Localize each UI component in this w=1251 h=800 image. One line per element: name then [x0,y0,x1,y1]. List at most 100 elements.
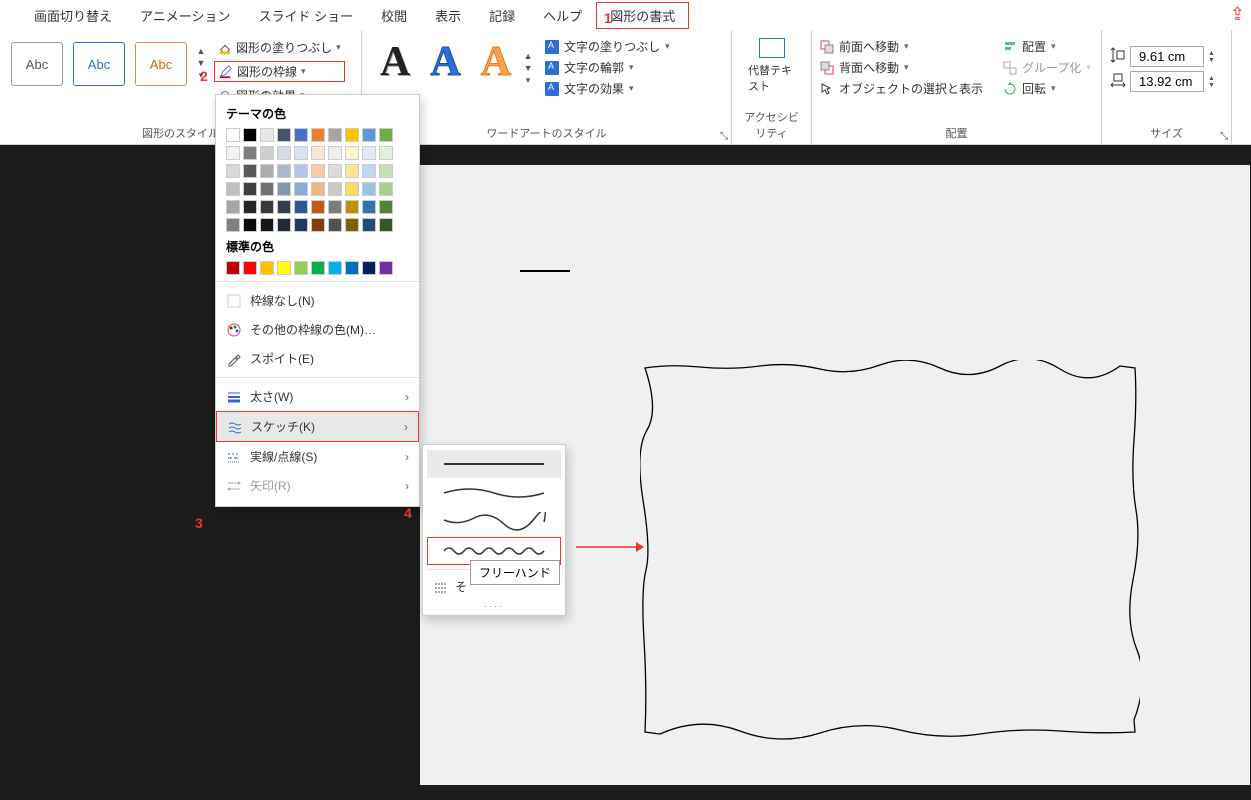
color-swatch[interactable] [379,128,393,142]
wordart-style-1[interactable]: A [370,34,420,90]
sketch-option-scribble[interactable] [427,508,561,536]
color-swatch[interactable] [243,261,257,275]
color-swatch[interactable] [362,218,376,232]
bring-forward-button[interactable]: 前面へ移動 ▾ [820,38,983,55]
color-swatch[interactable] [379,146,393,160]
color-swatch[interactable] [243,164,257,178]
rotate-button[interactable]: 回転 ▾ [1003,80,1091,97]
group-button[interactable]: グループ化 ▾ [1003,59,1091,76]
color-swatch[interactable] [277,182,291,196]
shape-style-more[interactable]: ▲▼▾ [194,34,208,81]
color-swatch[interactable] [362,261,376,275]
sketched-rectangle-shape[interactable] [640,360,1140,740]
color-swatch[interactable] [277,218,291,232]
tab-view[interactable]: 表示 [421,2,475,29]
color-swatch[interactable] [277,164,291,178]
color-swatch[interactable] [362,164,376,178]
color-swatch[interactable] [311,218,325,232]
tab-animations[interactable]: アニメーション [126,2,244,29]
color-swatch[interactable] [345,182,359,196]
color-swatch[interactable] [277,200,291,214]
line-shape[interactable] [520,270,570,272]
shape-style-2[interactable]: Abc [73,42,125,86]
color-swatch[interactable] [260,182,274,196]
dialog-launcher-icon[interactable]: ⤡ [1220,131,1228,142]
color-swatch[interactable] [379,261,393,275]
color-swatch[interactable] [379,164,393,178]
color-swatch[interactable] [328,164,342,178]
color-swatch[interactable] [260,164,274,178]
color-swatch[interactable] [345,218,359,232]
dialog-launcher-icon[interactable]: ⤡ [720,131,728,142]
color-swatch[interactable] [294,146,308,160]
wordart-style-3[interactable]: A [471,34,521,90]
color-swatch[interactable] [345,128,359,142]
sketch-option-curved[interactable] [427,479,561,507]
tab-transitions[interactable]: 画面切り替え [20,2,126,29]
color-swatch[interactable] [260,200,274,214]
color-swatch[interactable] [260,218,274,232]
tab-slideshow[interactable]: スライド ショー [245,2,368,29]
color-swatch[interactable] [226,261,240,275]
color-swatch[interactable] [345,164,359,178]
color-swatch[interactable] [345,200,359,214]
color-swatch[interactable] [379,200,393,214]
color-swatch[interactable] [328,182,342,196]
color-swatch[interactable] [311,146,325,160]
color-swatch[interactable] [243,218,257,232]
color-swatch[interactable] [311,261,325,275]
color-swatch[interactable] [226,182,240,196]
color-swatch[interactable] [277,146,291,160]
color-swatch[interactable] [243,146,257,160]
color-swatch[interactable] [362,146,376,160]
wordart-style-2[interactable]: A [420,34,470,90]
text-effects-button[interactable]: 文字の効果 ▾ [545,80,670,97]
tab-record[interactable]: 記録 [475,2,529,29]
align-button[interactable]: 配置 ▾ [1003,38,1091,55]
color-swatch[interactable] [362,128,376,142]
more-colors-item[interactable]: その他の枠線の色(M)… [216,315,419,344]
color-swatch[interactable] [328,261,342,275]
color-swatch[interactable] [379,182,393,196]
send-backward-button[interactable]: 背面へ移動 ▾ [820,59,983,76]
wordart-more[interactable]: ▲▼▾ [521,39,535,86]
color-swatch[interactable] [362,182,376,196]
color-swatch[interactable] [311,128,325,142]
sketched-item[interactable]: スケッチ(K)› [216,411,419,442]
shape-style-1[interactable]: Abc [11,42,63,86]
color-swatch[interactable] [226,164,240,178]
color-swatch[interactable] [226,128,240,142]
text-fill-button[interactable]: 文字の塗りつぶし ▾ [545,38,670,55]
color-swatch[interactable] [243,128,257,142]
spinner-icon[interactable]: ▲▼ [1208,75,1215,89]
color-swatch[interactable] [294,182,308,196]
color-swatch[interactable] [260,128,274,142]
selection-pane-button[interactable]: オブジェクトの選択と表示 [820,80,983,97]
color-swatch[interactable] [328,218,342,232]
color-swatch[interactable] [294,128,308,142]
color-swatch[interactable] [311,200,325,214]
alt-text-button[interactable]: 代替テキスト [740,34,803,98]
shape-fill-button[interactable]: 図形の塗りつぶし ▾ [214,38,345,57]
color-swatch[interactable] [311,182,325,196]
color-swatch[interactable] [226,200,240,214]
color-swatch[interactable] [294,164,308,178]
tab-review[interactable]: 校閲 [367,2,421,29]
color-swatch[interactable] [379,218,393,232]
color-swatch[interactable] [311,164,325,178]
width-field[interactable]: 13.92 cm ▲▼ [1110,71,1223,92]
color-swatch[interactable] [294,200,308,214]
shape-outline-button[interactable]: 図形の枠線 ▾ [214,61,345,82]
eyedropper-item[interactable]: スポイト(E) [216,344,419,373]
color-swatch[interactable] [226,146,240,160]
color-swatch[interactable] [328,128,342,142]
tab-help[interactable]: ヘルプ [529,2,596,29]
color-swatch[interactable] [260,261,274,275]
color-swatch[interactable] [294,218,308,232]
color-swatch[interactable] [277,128,291,142]
color-swatch[interactable] [345,261,359,275]
color-swatch[interactable] [362,200,376,214]
color-swatch[interactable] [243,200,257,214]
sketch-option-straight[interactable] [427,450,561,478]
color-swatch[interactable] [294,261,308,275]
